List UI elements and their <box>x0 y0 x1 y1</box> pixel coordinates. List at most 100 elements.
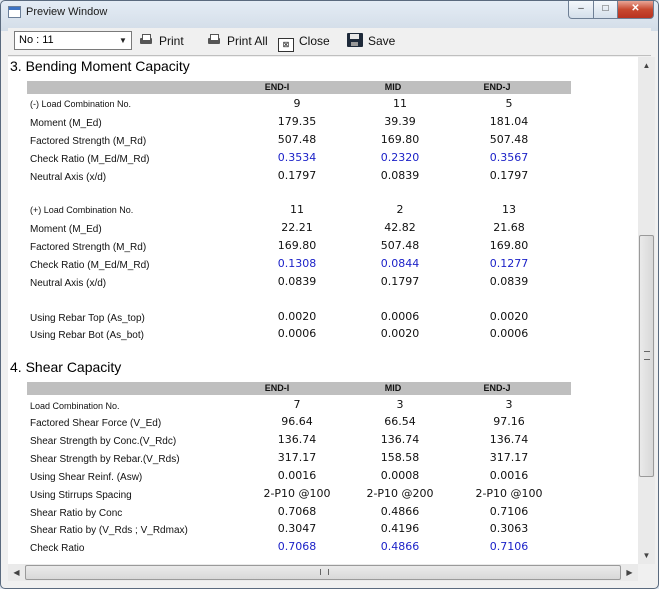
row-label: Shear Strength by Rebar.(V_Rds) <box>30 454 180 465</box>
vertical-scrollbar[interactable]: ▲ ▼ <box>638 57 655 564</box>
maximize-button[interactable]: □ <box>593 1 618 19</box>
value-end-j: 13 <box>502 203 516 216</box>
value-end-i: 96.64 <box>281 415 313 428</box>
column-header-end-j: END-J <box>483 383 511 393</box>
value-end-i: 317.17 <box>277 451 317 464</box>
value-end-i: 0.0016 <box>277 469 317 482</box>
print-all-button[interactable]: Print All <box>206 32 268 50</box>
close-window-button[interactable]: ✕ <box>617 1 654 19</box>
print-button[interactable]: Print <box>138 32 184 50</box>
value-end-j: 0.0016 <box>489 469 529 482</box>
row-label: Moment (M_Ed) <box>30 224 102 235</box>
member-select[interactable]: No : 11 ▼ <box>14 31 132 50</box>
row-label: Check Ratio <box>30 543 85 554</box>
value-mid: 0.4866 <box>380 540 420 553</box>
value-end-j: 181.04 <box>489 115 529 128</box>
member-select-value: No : 11 <box>19 34 54 46</box>
report-viewport[interactable]: 3. Bending Moment Capacity END-I MID END… <box>8 57 638 564</box>
value-end-j: 0.0839 <box>489 275 529 288</box>
chevron-down-icon[interactable]: ▼ <box>116 33 130 48</box>
value-mid: 39.39 <box>384 115 416 128</box>
row-label: (-) Load Combination No. <box>30 99 132 109</box>
value-mid: 2 <box>396 203 404 216</box>
value-end-j: 136.74 <box>489 433 529 446</box>
value-end-i: 0.1797 <box>277 169 317 182</box>
close-button-label: Close <box>299 34 330 48</box>
value-end-j: 0.3567 <box>489 151 529 164</box>
value-end-i: 0.0020 <box>277 310 317 323</box>
column-header-end-j: END-J <box>483 82 511 92</box>
row-label: Load Combination No. <box>30 401 120 411</box>
value-end-i: 9 <box>293 97 301 110</box>
value-end-j: 97.16 <box>493 415 525 428</box>
row-label: Shear Strength by Conc.(V_Rdc) <box>30 436 177 447</box>
scroll-down-icon[interactable]: ▼ <box>638 547 655 564</box>
scroll-left-icon[interactable]: ◀ <box>8 564 25 581</box>
column-header-mid: MID <box>384 82 402 92</box>
value-end-j: 0.1797 <box>489 169 529 182</box>
value-end-j: 0.7106 <box>489 505 529 518</box>
printer-icon <box>138 33 154 47</box>
value-end-j: 21.68 <box>493 221 525 234</box>
value-mid: 0.0006 <box>380 310 420 323</box>
row-label: Check Ratio (M_Ed/M_Rd) <box>30 154 150 165</box>
column-header-mid: MID <box>384 383 402 393</box>
row-label: Factored Shear Force (V_Ed) <box>30 418 162 429</box>
shear-section-title: 4. Shear Capacity <box>10 359 122 375</box>
value-end-i: 22.21 <box>281 221 313 234</box>
value-mid: 0.0020 <box>380 327 420 340</box>
value-mid: 0.4866 <box>380 505 420 518</box>
title-bar[interactable]: Preview Window – □ ✕ <box>1 1 658 25</box>
value-mid: 42.82 <box>384 221 416 234</box>
value-end-i: 0.0839 <box>277 275 317 288</box>
app-window-icon <box>8 6 21 18</box>
minimize-button[interactable]: – <box>568 1 594 19</box>
row-label: Shear Ratio by (V_Rds ; V_Rdmax) <box>30 525 188 536</box>
scroll-up-icon[interactable]: ▲ <box>638 57 655 74</box>
print-button-label: Print <box>159 34 184 48</box>
preview-window: Preview Window – □ ✕ No : 11 ▼ Print Pri… <box>0 0 659 589</box>
value-mid: 0.0844 <box>380 257 420 270</box>
value-mid: 507.48 <box>380 239 420 252</box>
row-label: Neutral Axis (x/d) <box>30 278 107 289</box>
value-mid: 2-P10 @200 <box>366 487 434 500</box>
horizontal-scrollbar[interactable]: ◀ ▶ <box>8 564 638 581</box>
row-label: Using Rebar Top (As_top) <box>30 313 145 324</box>
row-label: Using Rebar Bot (As_bot) <box>30 330 144 341</box>
value-mid: 3 <box>396 398 404 411</box>
column-header-end-i: END-I <box>264 82 290 92</box>
value-mid: 0.1797 <box>380 275 420 288</box>
value-end-i: 169.80 <box>277 239 317 252</box>
value-end-i: 0.3047 <box>277 522 317 535</box>
value-end-j: 0.0020 <box>489 310 529 323</box>
value-mid: 158.58 <box>380 451 420 464</box>
value-end-i: 136.74 <box>277 433 317 446</box>
row-label: Using Stirrups Spacing <box>30 490 132 501</box>
row-label: Moment (M_Ed) <box>30 118 102 129</box>
value-end-i: 0.1308 <box>277 257 317 270</box>
value-end-j: 0.0006 <box>489 327 529 340</box>
row-label: Using Shear Reinf. (Asw) <box>30 472 143 483</box>
vertical-scroll-thumb[interactable] <box>639 235 654 477</box>
value-end-j: 317.17 <box>489 451 529 464</box>
horizontal-scroll-thumb[interactable] <box>25 565 621 580</box>
value-end-i: 2-P10 @100 <box>263 487 331 500</box>
value-end-i: 0.7068 <box>277 540 317 553</box>
value-end-i: 179.35 <box>277 115 317 128</box>
toolbar: No : 11 ▼ Print Print All ⊠ Close Save <box>8 28 651 53</box>
row-label: Factored Strength (M_Rd) <box>30 242 147 253</box>
value-mid: 11 <box>393 97 407 110</box>
value-end-j: 5 <box>505 97 513 110</box>
value-end-j: 507.48 <box>489 133 529 146</box>
shear-column-header: END-I MID END-J <box>27 382 571 395</box>
printer-icon <box>206 33 222 47</box>
grip-icon <box>320 569 329 575</box>
value-end-i: 0.0006 <box>277 327 317 340</box>
save-button[interactable]: Save <box>347 32 395 50</box>
bending-section-title: 3. Bending Moment Capacity <box>10 58 190 74</box>
value-end-i: 0.3534 <box>277 151 317 164</box>
scroll-right-icon[interactable]: ▶ <box>621 564 638 581</box>
close-button[interactable]: ⊠ Close <box>278 32 330 52</box>
window-title: Preview Window <box>26 6 108 18</box>
value-mid: 169.80 <box>380 133 420 146</box>
